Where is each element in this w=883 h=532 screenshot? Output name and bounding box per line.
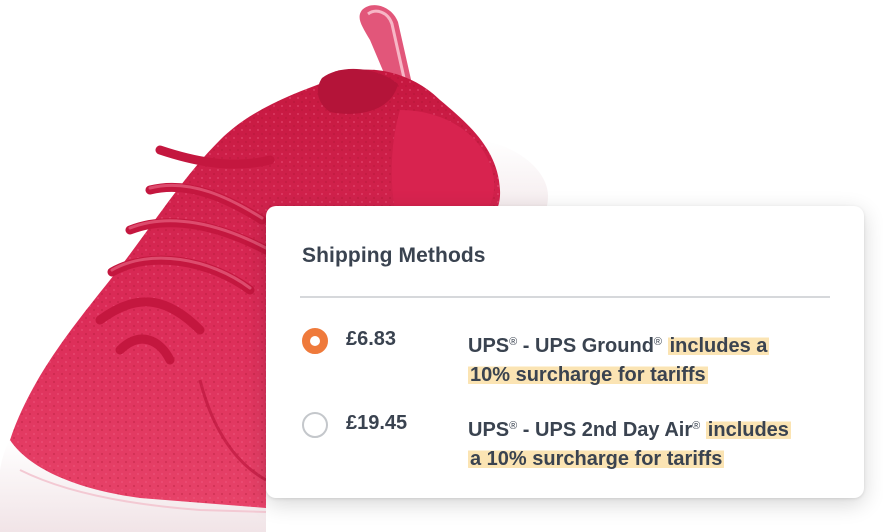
separator: - [522,419,530,441]
registered-mark: ® [509,420,518,432]
registered-mark: ® [653,336,663,348]
carrier-name: UPS [468,419,510,441]
registered-mark: ® [509,336,518,348]
shipping-description: UPS® - UPS 2nd Day Air® includes a 10% su… [468,412,828,474]
shipping-option-ups-ground[interactable]: £6.83 UPS® - UPS Ground® includes a 10% s… [300,318,834,388]
service-name: UPS Ground [535,335,654,357]
shipping-price: £19.45 [346,412,408,434]
card-title: Shipping Methods [302,244,486,267]
radio-unselected[interactable] [302,412,328,438]
divider [300,296,830,298]
shipping-description: UPS® - UPS Ground® includes a 10% surchar… [468,328,828,390]
radio-selected[interactable] [302,328,328,354]
shipping-option-ups-2nd-day-air[interactable]: £19.45 UPS® - UPS 2nd Day Air® includes a… [300,402,834,472]
shipping-price: £6.83 [346,328,397,350]
registered-mark: ® [692,420,701,432]
shipping-methods-card: Shipping Methods £6.83 UPS® - UPS Ground… [266,206,864,498]
carrier-name: UPS [468,335,510,357]
shipping-promo-stage: Shipping Methods £6.83 UPS® - UPS Ground… [0,0,883,532]
separator: - [522,335,530,357]
service-name: UPS 2nd Day Air [535,419,693,441]
